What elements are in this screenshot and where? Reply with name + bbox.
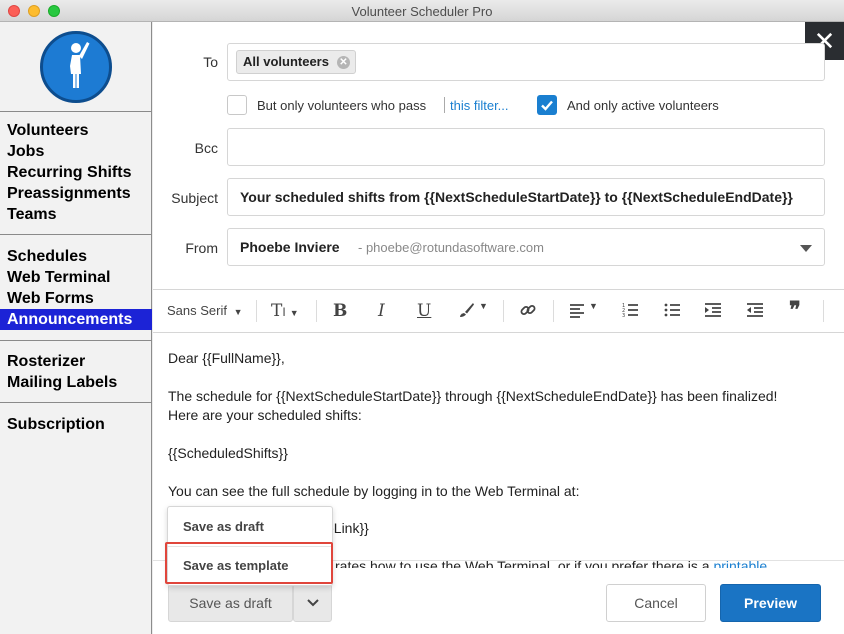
window-title: Volunteer Scheduler Pro (351, 4, 493, 19)
text-size-icon[interactable]: TI ▼ (271, 301, 299, 321)
align-icon[interactable]: ▼ (568, 301, 598, 321)
toolbar-border (153, 332, 844, 333)
nav-item-web-forms[interactable]: Web Forms (0, 288, 152, 309)
from-name: Phoebe Inviere (240, 239, 340, 255)
underline-icon[interactable]: U (417, 301, 431, 321)
nav-item-subscription[interactable]: Subscription (0, 414, 152, 435)
toolbar-divider (823, 300, 824, 322)
svg-text:3: 3 (622, 313, 625, 319)
nav-divider (0, 111, 152, 112)
ordered-list-icon[interactable]: 123 (621, 301, 639, 321)
nav-item-preassignments[interactable]: Preassignments (0, 183, 152, 204)
title-bar: Volunteer Scheduler Pro (0, 0, 844, 22)
quote-icon[interactable]: ❞ (789, 299, 801, 321)
filter-checkbox[interactable] (227, 95, 247, 115)
active-volunteers-checkbox[interactable] (537, 95, 557, 115)
nav-divider (0, 402, 152, 403)
brush-icon[interactable]: ▼ (458, 301, 488, 321)
nav-divider (0, 234, 152, 235)
link-icon[interactable] (519, 301, 537, 321)
bullet-list-icon[interactable] (663, 301, 681, 321)
to-label: To (203, 54, 218, 70)
save-draft-button[interactable]: Save as draft (168, 584, 293, 622)
recipient-chip-label: All volunteers (243, 54, 329, 69)
nav-item-rosterizer[interactable]: Rosterizer (0, 351, 152, 372)
menu-item-save-as-draft[interactable]: Save as draft (168, 508, 332, 546)
italic-icon[interactable]: I (378, 301, 385, 321)
sidebar: Volunteers Jobs Recurring Shifts Preassi… (0, 22, 152, 634)
body-line: Here are your scheduled shifts: (168, 407, 362, 423)
nav-item-volunteers[interactable]: Volunteers (0, 120, 152, 141)
filter-link[interactable]: this filter... (450, 98, 509, 113)
to-field[interactable]: All volunteers ✕ (227, 43, 825, 81)
font-family-select[interactable]: Sans Serif ▼ (167, 303, 243, 323)
nav-item-schedules[interactable]: Schedules (0, 246, 152, 267)
from-label: From (185, 240, 218, 256)
save-options-dropdown-button[interactable] (293, 584, 332, 622)
cancel-button[interactable]: Cancel (606, 584, 706, 622)
nav-item-teams[interactable]: Teams (0, 204, 152, 225)
from-email: - phoebe@rotundasoftware.com (358, 240, 544, 255)
nav-item-jobs[interactable]: Jobs (0, 141, 152, 162)
nav-item-web-terminal[interactable]: Web Terminal (0, 267, 152, 288)
outdent-icon[interactable] (746, 301, 764, 321)
bcc-label: Bcc (194, 140, 218, 156)
nav-item-mailing-labels[interactable]: Mailing Labels (0, 372, 152, 393)
remove-chip-icon[interactable]: ✕ (336, 56, 350, 69)
divider (444, 97, 445, 113)
volunteer-logo-icon (40, 31, 112, 103)
editor-border (153, 289, 844, 290)
preview-button[interactable]: Preview (720, 584, 821, 622)
body-line: The schedule for {{NextScheduleStartDate… (168, 388, 778, 404)
chevron-down-icon (306, 599, 319, 607)
subject-field[interactable]: Your scheduled shifts from {{NextSchedul… (227, 178, 825, 216)
bcc-field[interactable] (227, 128, 825, 166)
active-volunteers-label: And only active volunteers (567, 98, 719, 113)
indent-icon[interactable] (704, 301, 722, 321)
bold-icon[interactable]: B (333, 301, 347, 321)
save-options-menu: Save as draft Save as template (167, 506, 333, 586)
toolbar-divider (553, 300, 554, 322)
chevron-down-icon (800, 245, 812, 252)
toolbar-divider (316, 300, 317, 322)
nav-item-recurring-shifts[interactable]: Recurring Shifts (0, 162, 152, 183)
recipient-chip: All volunteers ✕ (236, 50, 356, 74)
toolbar-divider (256, 300, 257, 322)
filter-checkbox-label: But only volunteers who pass (257, 98, 427, 113)
chevron-down-icon: ▼ (233, 307, 243, 317)
subject-value: Your scheduled shifts from {{NextSchedul… (240, 189, 793, 205)
body-line: Dear {{FullName}}, (168, 350, 285, 366)
body-line: {{ScheduledShifts}} (168, 445, 288, 461)
checkmark-icon (541, 100, 553, 111)
nav-divider (0, 340, 152, 341)
from-select[interactable]: Phoebe Inviere - phoebe@rotundasoftware.… (227, 228, 825, 266)
toolbar-divider (503, 300, 504, 322)
body-line: You can see the full schedule by logging… (168, 483, 580, 499)
subject-label: Subject (171, 190, 218, 206)
nav-item-announcements[interactable]: Announcements (0, 309, 152, 330)
font-family-label: Sans Serif (167, 303, 227, 318)
menu-item-save-as-template[interactable]: Save as template (168, 547, 332, 585)
announcement-editor: ✕ To All volunteers ✕ But only volunteer… (153, 22, 844, 634)
